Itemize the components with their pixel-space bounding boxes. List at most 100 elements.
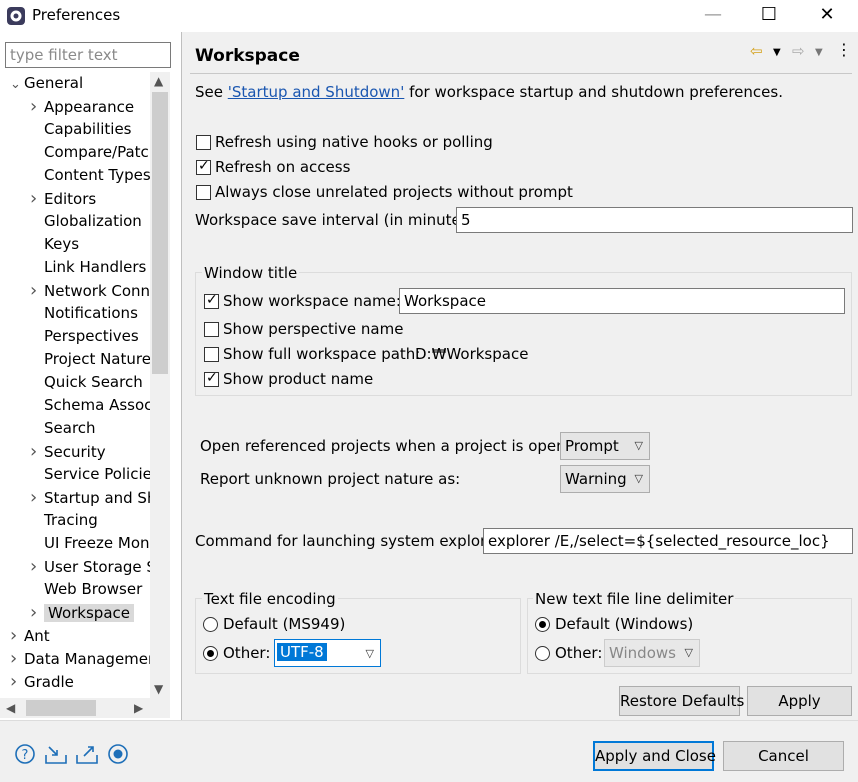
tree-item-label: Web Browser: [44, 580, 143, 598]
export-icon[interactable]: [75, 743, 99, 767]
tree-item[interactable]: Project Natures: [30, 348, 150, 371]
tree-item-label: User Storage Service: [44, 558, 150, 576]
tree-item[interactable]: Quick Search: [30, 371, 143, 394]
chevron-right-icon[interactable]: ›: [30, 555, 44, 578]
always-close-checkbox[interactable]: [196, 185, 211, 200]
tree-item-label: Quick Search: [44, 373, 143, 391]
tree-vertical-scroll-thumb[interactable]: [152, 92, 168, 374]
view-menu-icon[interactable]: ⋮: [836, 40, 852, 59]
chevron-right-icon[interactable]: ›: [10, 624, 24, 647]
tree-item[interactable]: Web Browser: [30, 578, 142, 601]
chevron-right-icon[interactable]: ›: [30, 279, 44, 302]
page-title: Workspace: [195, 46, 300, 66]
tree-item[interactable]: ›Network Connections: [30, 279, 150, 302]
always-close-label: Always close unrelated projects without …: [215, 183, 573, 201]
show-full-path-label: Show full workspace path:: [223, 345, 421, 363]
back-arrow-icon[interactable]: ⇦: [750, 42, 763, 60]
tree-item[interactable]: Perspectives: [30, 325, 139, 348]
tree-item[interactable]: › Workspace: [30, 601, 134, 624]
tree-item[interactable]: Schema Associations: [30, 394, 150, 417]
scroll-down-icon[interactable]: ▼: [154, 682, 163, 696]
apply-and-close-button[interactable]: Apply and Close: [593, 741, 716, 771]
tree-item[interactable]: › Gradle: [10, 670, 74, 693]
delimiter-default-radio[interactable]: [535, 617, 550, 632]
tree-item[interactable]: Notifications: [30, 302, 138, 325]
delimiter-other-radio[interactable]: [535, 646, 550, 661]
scroll-left-icon[interactable]: ◀: [6, 701, 15, 715]
encoding-select[interactable]: UTF-8 ▽: [274, 639, 381, 667]
encoding-legend: Text file encoding: [202, 590, 338, 608]
tree-item[interactable]: ›User Storage Service: [30, 555, 150, 578]
tree-item[interactable]: Globalization: [30, 210, 142, 233]
restore-defaults-button[interactable]: Restore Defaults: [619, 686, 744, 716]
help-icon[interactable]: ?: [13, 743, 37, 767]
tree-item[interactable]: Content Types: [30, 164, 150, 187]
tree-item[interactable]: ⌄ General: [10, 72, 83, 95]
chevron-right-icon[interactable]: ›: [30, 95, 44, 118]
tree-item[interactable]: Compare/Patch: [30, 141, 150, 164]
tree-item-label: Schema Associations: [44, 396, 150, 414]
show-perspective-checkbox[interactable]: [204, 322, 219, 337]
back-menu-chevron-icon[interactable]: ▼: [773, 47, 781, 58]
record-icon[interactable]: [106, 743, 130, 767]
tree-item-label: Notifications: [44, 304, 138, 322]
workspace-name-input[interactable]: Workspace: [399, 288, 845, 314]
scroll-up-icon[interactable]: ▲: [154, 74, 163, 88]
scroll-right-icon[interactable]: ▶: [134, 701, 143, 715]
delimiter-value: Windows: [609, 644, 676, 662]
tree-item[interactable]: UI Freeze Monitoring: [30, 532, 150, 555]
tree-item-label: Link Handlers: [44, 258, 147, 276]
refresh-native-checkbox[interactable]: [196, 135, 211, 150]
startup-shutdown-link[interactable]: 'Startup and Shutdown': [228, 83, 405, 101]
tree-item[interactable]: Search: [30, 417, 96, 440]
tree-item[interactable]: › Data Management: [10, 647, 150, 670]
intro-prefix: See: [195, 83, 228, 101]
tree-item[interactable]: Link Handlers: [30, 256, 146, 279]
tree-item[interactable]: › Editors: [30, 187, 96, 210]
filter-input[interactable]: [5, 42, 171, 68]
chevron-down-icon[interactable]: ⌄: [10, 73, 24, 96]
tree-item-label: Network Connections: [44, 282, 150, 300]
chevron-right-icon[interactable]: ›: [30, 601, 44, 624]
tree-item-label: Appearance: [44, 98, 135, 116]
tree-item-label: Startup and Shutdown: [44, 489, 150, 507]
header-separator: [190, 73, 852, 74]
chevron-right-icon[interactable]: ›: [10, 647, 24, 670]
chevron-right-icon[interactable]: ›: [30, 440, 44, 463]
chevron-right-icon[interactable]: ›: [10, 670, 24, 693]
tree-item[interactable]: Tracing: [30, 509, 98, 532]
tree-item[interactable]: ›Startup and Shutdown: [30, 486, 150, 509]
show-full-path-checkbox[interactable]: [204, 347, 219, 362]
encoding-default-radio[interactable]: [203, 617, 218, 632]
import-icon[interactable]: [44, 743, 68, 767]
maximize-button[interactable]: ☐: [740, 0, 798, 32]
encoding-other-radio[interactable]: [203, 646, 218, 661]
cancel-button[interactable]: Cancel: [723, 741, 844, 771]
forward-menu-chevron-icon[interactable]: ▼: [815, 47, 823, 58]
delimiter-select[interactable]: Windows ▽: [604, 639, 700, 667]
tree-horizontal-scroll-thumb[interactable]: [26, 700, 96, 716]
close-button[interactable]: ✕: [798, 0, 856, 32]
tree-item[interactable]: › Appearance: [30, 95, 134, 118]
tree-item[interactable]: Keys: [30, 233, 79, 256]
refresh-access-checkbox[interactable]: [196, 158, 211, 175]
tree-item-label: Service Policies: [44, 465, 150, 483]
minimize-button[interactable]: —: [684, 0, 742, 32]
show-perspective-label: Show perspective name: [223, 320, 404, 338]
tree-item[interactable]: › Security: [30, 440, 106, 463]
tree-item[interactable]: Capabilities: [30, 118, 132, 141]
explorer-command-input[interactable]: explorer /E,/select=${selected_resource_…: [483, 528, 853, 554]
show-product-checkbox[interactable]: [204, 370, 219, 387]
chevron-right-icon[interactable]: ›: [30, 187, 44, 210]
chevron-down-icon: ▽: [684, 646, 693, 659]
tree-item[interactable]: › Ant: [10, 624, 50, 647]
forward-arrow-icon[interactable]: ⇨: [792, 42, 805, 60]
apply-button[interactable]: Apply: [747, 686, 852, 716]
report-unknown-select[interactable]: Warning ▽: [560, 465, 650, 493]
chevron-right-icon[interactable]: ›: [30, 486, 44, 509]
tree-item[interactable]: Service Policies: [30, 463, 150, 486]
show-workspace-name-checkbox[interactable]: [204, 292, 219, 309]
open-referenced-select[interactable]: Prompt ▽: [560, 432, 650, 460]
preference-tree: ⌄ General › Appearance Capabilities Compare/P…: [0, 72, 150, 698]
save-interval-input[interactable]: 5: [456, 207, 853, 233]
